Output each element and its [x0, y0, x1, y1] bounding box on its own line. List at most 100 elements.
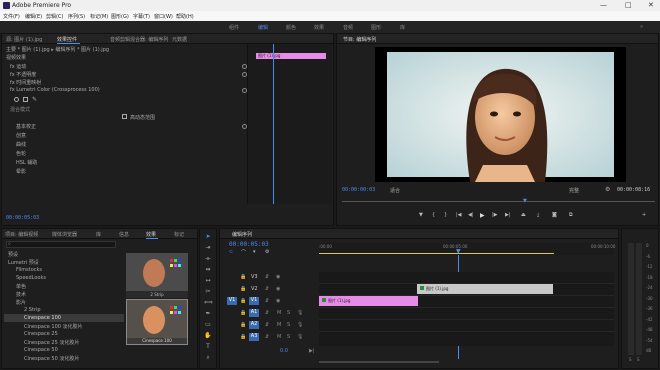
time-ruler[interactable]: :00:00 00:00:05:00 00:00:10:00 — [319, 243, 615, 255]
section-basic-correction[interactable]: 基本校正 — [16, 123, 36, 131]
tree-cinespace-25[interactable]: Cinespace 25 — [24, 331, 58, 339]
sync-lock-icon[interactable]: ⇵ — [265, 322, 269, 328]
mini-playhead[interactable] — [273, 44, 274, 204]
pen-tool-icon[interactable]: ✒ — [204, 310, 212, 318]
tree-cinespace-100[interactable]: Cinespace 100 — [24, 315, 61, 323]
mute-button[interactable]: M — [277, 322, 281, 328]
tree-cinespace-25-faded[interactable]: Cinespace 25 淡化胶片 — [24, 339, 79, 347]
tree-cinespace-100-faded[interactable]: Cinespace 100 淡化胶片 — [24, 323, 83, 331]
solo-button[interactable]: S — [287, 310, 290, 316]
mute-button[interactable]: M — [277, 334, 281, 340]
tree-monochrome[interactable]: 单色 — [16, 283, 26, 291]
effect-motion[interactable]: fx 运动 — [10, 63, 26, 71]
play-button[interactable]: ▶ — [480, 212, 485, 219]
tab-sequence[interactable]: 编辑序列 — [232, 231, 252, 238]
timeline-timecode[interactable]: 00:00:05:03 — [229, 241, 269, 248]
minimize-button[interactable]: — — [600, 1, 607, 9]
fit-dropdown[interactable]: 适合 — [390, 187, 400, 194]
menu-marker[interactable]: 标记(M) — [90, 13, 108, 20]
mic-icon[interactable]: 🎙 — [297, 310, 303, 316]
lock-icon[interactable]: 🔒 — [240, 334, 246, 340]
section-color-wheels[interactable]: 色轮 — [16, 150, 26, 158]
tree-presets[interactable]: 预设 — [8, 251, 18, 259]
effect-lumetri-color[interactable]: fx Lumetri Color (Crossprocess 100) — [10, 87, 100, 95]
selection-tool-icon[interactable]: ➤ — [204, 233, 212, 241]
effect-opacity[interactable]: fx 不透明度 — [10, 71, 36, 79]
preview-thumb-cinespace[interactable]: Cinespace 100 — [126, 299, 188, 345]
lock-icon[interactable]: 🔒 — [240, 274, 246, 280]
workspace-effects[interactable]: 效果 — [314, 24, 324, 31]
timeline-playhead-icon[interactable]: ▼ — [456, 248, 461, 255]
tree-technical[interactable]: 技术 — [16, 291, 26, 299]
reset-motion-icon[interactable] — [242, 64, 247, 69]
program-scrubber[interactable] — [342, 201, 655, 202]
export-frame-icon[interactable]: ◙ — [552, 212, 557, 218]
track-a1-label[interactable]: A1 — [249, 309, 259, 317]
track-select-icon[interactable]: ⇥ — [204, 244, 212, 252]
tree-speedlooks[interactable]: SpeedLooks — [16, 275, 46, 283]
linked-selection-icon[interactable]: ⌒ — [241, 249, 246, 256]
workspace-assembly[interactable]: 组件 — [229, 24, 239, 31]
mic-icon[interactable]: 🎙 — [297, 334, 303, 340]
close-button[interactable]: ✕ — [648, 1, 654, 9]
work-area-bar[interactable] — [319, 253, 554, 254]
source-patch-v1[interactable]: V1 — [227, 297, 237, 305]
sync-lock-icon[interactable]: ⇵ — [265, 286, 269, 292]
wrench-icon[interactable]: ⚙ — [605, 186, 610, 193]
timeline-settings-icon[interactable]: ⚙ — [265, 249, 269, 255]
solo-left-button[interactable]: S — [629, 357, 632, 362]
clip-v1[interactable]: 图片 (1).jpg — [319, 296, 418, 306]
rect-mask-icon[interactable] — [23, 97, 28, 102]
tree-cinespace-50-faded[interactable]: Cinespace 50 淡化胶片 — [24, 355, 79, 363]
solo-button[interactable]: S — [287, 334, 290, 340]
quality-dropdown[interactable]: 完整 — [569, 187, 579, 194]
section-hsl-secondary[interactable]: HSL 辅助 — [16, 159, 37, 167]
workspace-editing[interactable]: 编辑 — [258, 24, 268, 31]
hand-tool-icon[interactable]: ✋ — [204, 332, 212, 340]
reset-lumetri-icon[interactable] — [242, 88, 247, 93]
master-end-icon[interactable]: ▶| — [309, 348, 315, 354]
mute-button[interactable]: M — [277, 310, 281, 316]
menu-captions[interactable]: 字幕(T) — [133, 13, 150, 20]
lock-icon[interactable]: 🔒 — [240, 310, 246, 316]
tab-libraries[interactable]: 库 — [96, 231, 101, 238]
ripple-edit-icon[interactable]: ⟛ — [204, 255, 212, 263]
tab-source[interactable]: 源: 图片 (1).jpg — [6, 36, 42, 43]
reset-opacity-icon[interactable] — [242, 72, 247, 77]
section-vignette[interactable]: 晕影 — [16, 168, 26, 176]
effects-search-input[interactable] — [6, 241, 116, 248]
tab-media-browser[interactable]: 媒体浏览器 — [52, 231, 77, 238]
lock-icon[interactable]: 🔒 — [240, 286, 246, 292]
go-to-in-icon[interactable]: |◀ — [456, 212, 462, 218]
ellipse-mask-icon[interactable] — [14, 97, 19, 102]
program-playhead-icon[interactable]: ▼ — [523, 198, 527, 204]
go-to-out-icon[interactable]: ▶| — [505, 212, 511, 218]
tab-markers[interactable]: 标记 — [174, 231, 184, 238]
extract-icon[interactable]: ⤓ — [537, 212, 539, 218]
step-forward-icon[interactable]: |▶ — [492, 212, 498, 218]
add-marker-timeline-icon[interactable]: ▾ — [253, 249, 256, 255]
clip-v2[interactable]: 图片 (1).jpg — [417, 284, 553, 294]
track-v1-label[interactable]: V1 — [249, 297, 259, 305]
section-creative[interactable]: 创意 — [16, 132, 26, 140]
button-editor-icon[interactable]: + — [642, 212, 646, 218]
add-marker-icon[interactable]: ▼ — [419, 212, 423, 218]
menu-graphics[interactable]: 图形(G) — [111, 13, 129, 20]
menu-window[interactable]: 窗口(W) — [154, 13, 173, 20]
sync-lock-icon[interactable]: ⇵ — [265, 334, 269, 340]
comparison-view-icon[interactable]: ⧉ — [569, 212, 573, 218]
pen-mask-icon[interactable]: ✎ — [32, 96, 37, 103]
step-back-icon[interactable]: ◀| — [468, 212, 474, 218]
lock-icon[interactable]: 🔒 — [240, 322, 246, 328]
master-volume[interactable]: 0.0 — [280, 348, 288, 354]
menu-edit[interactable]: 编辑(E) — [25, 13, 42, 20]
reset-basic-icon[interactable] — [242, 124, 247, 129]
tab-info[interactable]: 信息 — [119, 231, 129, 238]
tree-cinematic[interactable]: 影片 — [16, 299, 26, 307]
type-tool-icon[interactable]: T — [204, 343, 212, 351]
tree-cinespace-50[interactable]: Cinespace 50 — [24, 347, 58, 355]
track-a2-label[interactable]: A2 — [249, 321, 259, 329]
rate-stretch-icon[interactable]: ↔ — [204, 277, 212, 285]
slip-tool-icon[interactable]: ⟺ — [204, 299, 213, 307]
mark-in-icon[interactable]: { — [432, 212, 435, 218]
